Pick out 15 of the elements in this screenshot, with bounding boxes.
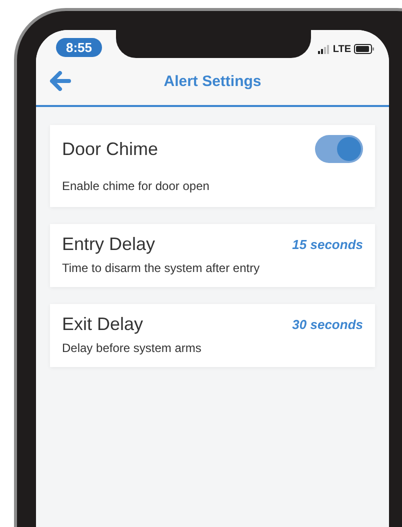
setting-value: 30 seconds [292, 317, 363, 332]
setting-description: Time to disarm the system after entry [62, 261, 261, 275]
signal-icon [318, 44, 330, 54]
setting-description: Delay before system arms [62, 341, 202, 355]
battery-icon [354, 44, 374, 54]
back-arrow-icon[interactable] [49, 71, 71, 91]
setting-title: Entry Delay [62, 234, 156, 255]
setting-title: Door Chime [62, 138, 158, 160]
page-title: Alert Settings [164, 73, 262, 90]
network-label: LTE [332, 44, 351, 54]
status-time: 8:55 [56, 38, 102, 56]
toggle-switch[interactable] [315, 135, 363, 163]
setting-title: Exit Delay [62, 314, 144, 335]
setting-value: 15 seconds [292, 237, 363, 252]
setting-description: Enable chime for door open [62, 179, 210, 193]
